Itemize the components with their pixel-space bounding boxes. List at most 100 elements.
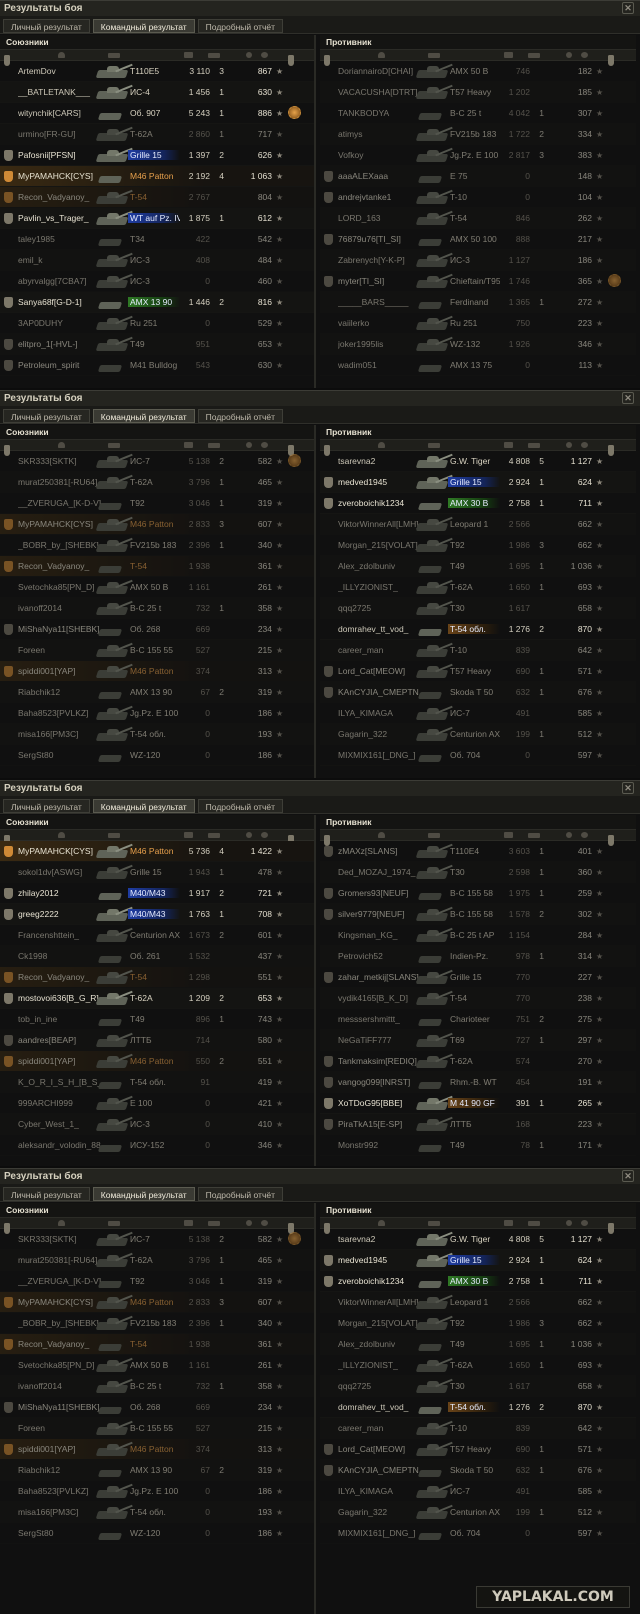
player-row[interactable]: Tankmaksim[REDIQ] T-62A 574 270 ★ [320,1051,636,1072]
player-row[interactable]: MyPAMAHCK[CYS] M46 Patton 2 192 4 1 063 ★ [0,166,314,187]
player-row[interactable]: Lord_Cat[MEOW] T57 Heavy 690 1 571 ★ [320,1439,636,1460]
sort-damage-icon[interactable] [504,832,513,838]
player-row[interactable]: Baha8523[PVLKZ] Jg.Pz. E 100 0 186 ★ [0,1481,314,1502]
player-row[interactable]: _ILLYZIONIST_ T-62A 1 650 1 693 ★ [320,577,636,598]
player-row[interactable]: messsershmittt_ Charioteer 751 2 275 ★ [320,1009,636,1030]
player-row[interactable]: __BATLETANK___ ИС-4 1 456 1 630 ★ [0,82,314,103]
player-row[interactable]: ViktorWinnerAll[LMH] Leopard 1 2 566 662 ★ [320,514,636,535]
tab-detailed[interactable]: Подробный отчёт [197,409,283,423]
player-row[interactable]: urmino[FR-GU] T-62A 2 860 1 717 ★ [0,124,314,145]
sort-damage-icon[interactable] [184,52,193,58]
player-row[interactable]: vangog099[INRST] Rhm.-B. WT 454 191 ★ [320,1072,636,1093]
player-row[interactable]: sokol1dv[ASWG] Grille 15 1 943 1 478 ★ [0,862,314,883]
player-row[interactable]: ivanoff2014 B-C 25 t 732 1 358 ★ [0,1376,314,1397]
player-row[interactable]: taley1985 T34 422 542 ★ [0,229,314,250]
player-row[interactable]: XoTDoG95[BBE] M 41 90 GF 391 1 265 ★ [320,1093,636,1114]
close-icon[interactable]: ✕ [622,2,634,14]
player-row[interactable]: MyPAMAHCK[CYS] M46 Patton 2 833 3 607 ★ [0,1292,314,1313]
player-row[interactable]: abyrvalgg[7CBA7] ИС-3 0 460 ★ [0,271,314,292]
player-row[interactable]: career_man T-10 839 642 ★ [320,640,636,661]
player-row[interactable]: zveroboichik1234 AMX 30 B 2 758 1 711 ★ [320,493,636,514]
player-row[interactable]: Pavlin_vs_Trager_ WT auf Pz. IV 1 875 1 612 ★ [0,208,314,229]
player-row[interactable]: Riabchik12 AMX 13 90 67 2 319 ★ [0,682,314,703]
player-row[interactable]: MyPAMAHCK[CYS] M46 Patton 2 833 3 607 ★ [0,514,314,535]
player-row[interactable]: aleksandr_volodin_88 ИСУ-152 0 346 ★ [0,1135,314,1156]
tab-personal[interactable]: Личный результат [3,1187,90,1201]
player-row[interactable]: witynchik[CARS] Об. 907 5 243 1 886 ★ [0,103,314,124]
tab-detailed[interactable]: Подробный отчёт [197,19,283,33]
player-row[interactable]: Alex_zdolbuniv T49 1 695 1 1 036 ★ [320,1334,636,1355]
player-row[interactable]: ILYA_KIMAGA ИС-7 491 585 ★ [320,703,636,724]
tab-personal[interactable]: Личный результат [3,409,90,423]
player-row[interactable]: Recon_Vadyanoy_ T-54 1 938 361 ★ [0,556,314,577]
player-row[interactable]: Svetochka85[PN_D] AMX 50 B 1 161 261 ★ [0,1355,314,1376]
player-row[interactable]: Svetochka85[PN_D] AMX 50 B 1 161 261 ★ [0,577,314,598]
player-row[interactable]: SergSt80 WZ-120 0 186 ★ [0,745,314,766]
sort-damage-icon[interactable] [184,442,193,448]
player-row[interactable]: 76879u76[TI_SI] AMX 50 100 888 217 ★ [320,229,636,250]
player-row[interactable]: MyPAMAHCK[CYS] M46 Patton 5 736 4 1 422 ★ [0,841,314,862]
player-row[interactable]: misa166[PM3C] T-54 обл. 0 193 ★ [0,724,314,745]
player-row[interactable]: career_man T-10 839 642 ★ [320,1418,636,1439]
player-row[interactable]: LORD_163 T-54 846 262 ★ [320,208,636,229]
player-row[interactable]: 3AP0DUHY Ru 251 0 529 ★ [0,313,314,334]
player-row[interactable]: 999ARCHI999 E 100 0 421 ★ [0,1093,314,1114]
close-icon[interactable]: ✕ [622,782,634,794]
player-row[interactable]: murat250381[-RU64] T-62A 3 796 1 465 ★ [0,1250,314,1271]
player-row[interactable]: spiddi001[YAP] M46 Patton 550 2 551 ★ [0,1051,314,1072]
player-row[interactable]: Gagarin_322 Centurion AX 199 1 512 ★ [320,724,636,745]
tab-team[interactable]: Командный результат [92,799,195,813]
tab-team[interactable]: Командный результат [92,1187,195,1201]
tab-detailed[interactable]: Подробный отчёт [197,799,283,813]
player-row[interactable]: Recon_Vadyanoy_ T-54 1 298 551 ★ [0,967,314,988]
tab-team[interactable]: Командный результат [92,19,195,33]
player-row[interactable]: tob_in_ine T49 896 1 743 ★ [0,1009,314,1030]
player-row[interactable]: VACACUSHA[DTRT] T57 Heavy 1 202 185 ★ [320,82,636,103]
player-row[interactable]: medved1945 Grille 15 2 924 1 624 ★ [320,1250,636,1271]
player-row[interactable]: zMAXz[SLANS] T110E4 3 603 1 401 ★ [320,841,636,862]
player-row[interactable]: Recon_Vadyanoy_ T-54 1 938 361 ★ [0,1334,314,1355]
player-row[interactable]: Petrovich52 Indien-Pz. 978 1 314 ★ [320,946,636,967]
player-row[interactable]: tsarevna2 G.W. Tiger 4 808 5 1 127 ★ [320,451,636,472]
player-row[interactable]: Foreen B-C 155 55 527 215 ★ [0,640,314,661]
player-row[interactable]: qqq2725 T30 1 617 658 ★ [320,1376,636,1397]
player-row[interactable]: medved1945 Grille 15 2 924 1 624 ★ [320,472,636,493]
player-row[interactable]: Morgan_215[VOLAT] T92 1 986 3 662 ★ [320,535,636,556]
player-row[interactable]: qqq2725 T30 1 617 658 ★ [320,598,636,619]
player-row[interactable]: Alex_zdolbuniv T49 1 695 1 1 036 ★ [320,556,636,577]
player-row[interactable]: MiShaNya11[SHEBK] Об. 268 669 234 ★ [0,1397,314,1418]
player-row[interactable]: aaaALEXaaa E 75 0 148 ★ [320,166,636,187]
player-row[interactable]: Lord_Cat[MEOW] T57 Heavy 690 1 571 ★ [320,661,636,682]
player-row[interactable]: K_O_R_I_S_H_[B_S_L] T-54 обл. 91 419 ★ [0,1072,314,1093]
tab-personal[interactable]: Личный результат [3,799,90,813]
player-row[interactable]: _BOBR_by_[SHEBK] FV215b 183 2 396 1 340 ★ [0,535,314,556]
player-row[interactable]: misa166[PM3C] T-54 обл. 0 193 ★ [0,1502,314,1523]
player-row[interactable]: Recon_Vadyanoy_ T-54 2 767 804 ★ [0,187,314,208]
player-row[interactable]: vydik4165[B_K_D] T-54 770 238 ★ [320,988,636,1009]
player-row[interactable]: Foreen B-C 155 55 527 215 ★ [0,1418,314,1439]
sort-damage-icon[interactable] [504,52,513,58]
sort-damage-icon[interactable] [504,1220,513,1226]
player-row[interactable]: murat250381[-RU64] T-62A 3 796 1 465 ★ [0,472,314,493]
player-row[interactable]: Pafosnii[PFSN] Grille 15 1 397 2 626 ★ [0,145,314,166]
player-row[interactable]: MiShaNya11[SHEBK] Об. 268 669 234 ★ [0,619,314,640]
tab-detailed[interactable]: Подробный отчёт [197,1187,283,1201]
close-icon[interactable]: ✕ [622,1170,634,1182]
player-row[interactable]: Francenshttein_ Centurion AX 1 673 2 601 ★ [0,925,314,946]
player-row[interactable]: ILYA_KIMAGA ИС-7 491 585 ★ [320,1481,636,1502]
sort-damage-icon[interactable] [504,442,513,448]
player-row[interactable]: Ded_MOZAJ_1974_ T30 2 598 1 360 ★ [320,862,636,883]
player-row[interactable]: Morgan_215[VOLAT] T92 1 986 3 662 ★ [320,1313,636,1334]
player-row[interactable]: KAnCYJIA_CMEPTN Skoda T 50 632 1 676 ★ [320,1460,636,1481]
close-icon[interactable]: ✕ [622,392,634,404]
player-row[interactable]: _ILLYZIONIST_ T-62A 1 650 1 693 ★ [320,1355,636,1376]
player-row[interactable]: MIXMIX161[_DNG_] Об. 704 0 597 ★ [320,745,636,766]
player-row[interactable]: Vofkoy Jg.Pz. E 100 2 817 3 383 ★ [320,145,636,166]
tab-personal[interactable]: Личный результат [3,19,90,33]
player-row[interactable]: vaiilerko Ru 251 750 223 ★ [320,313,636,334]
player-row[interactable]: wadim051 AMX 13 75 0 113 ★ [320,355,636,376]
player-row[interactable]: SergSt80 WZ-120 0 186 ★ [0,1523,314,1544]
player-row[interactable]: SKR333[SKTK] ИС-7 5 138 2 582 ★ [0,451,314,472]
player-row[interactable]: Ck1998 Об. 261 1 532 437 ★ [0,946,314,967]
player-row[interactable]: NeGaTiFF777 T69 727 1 297 ★ [320,1030,636,1051]
